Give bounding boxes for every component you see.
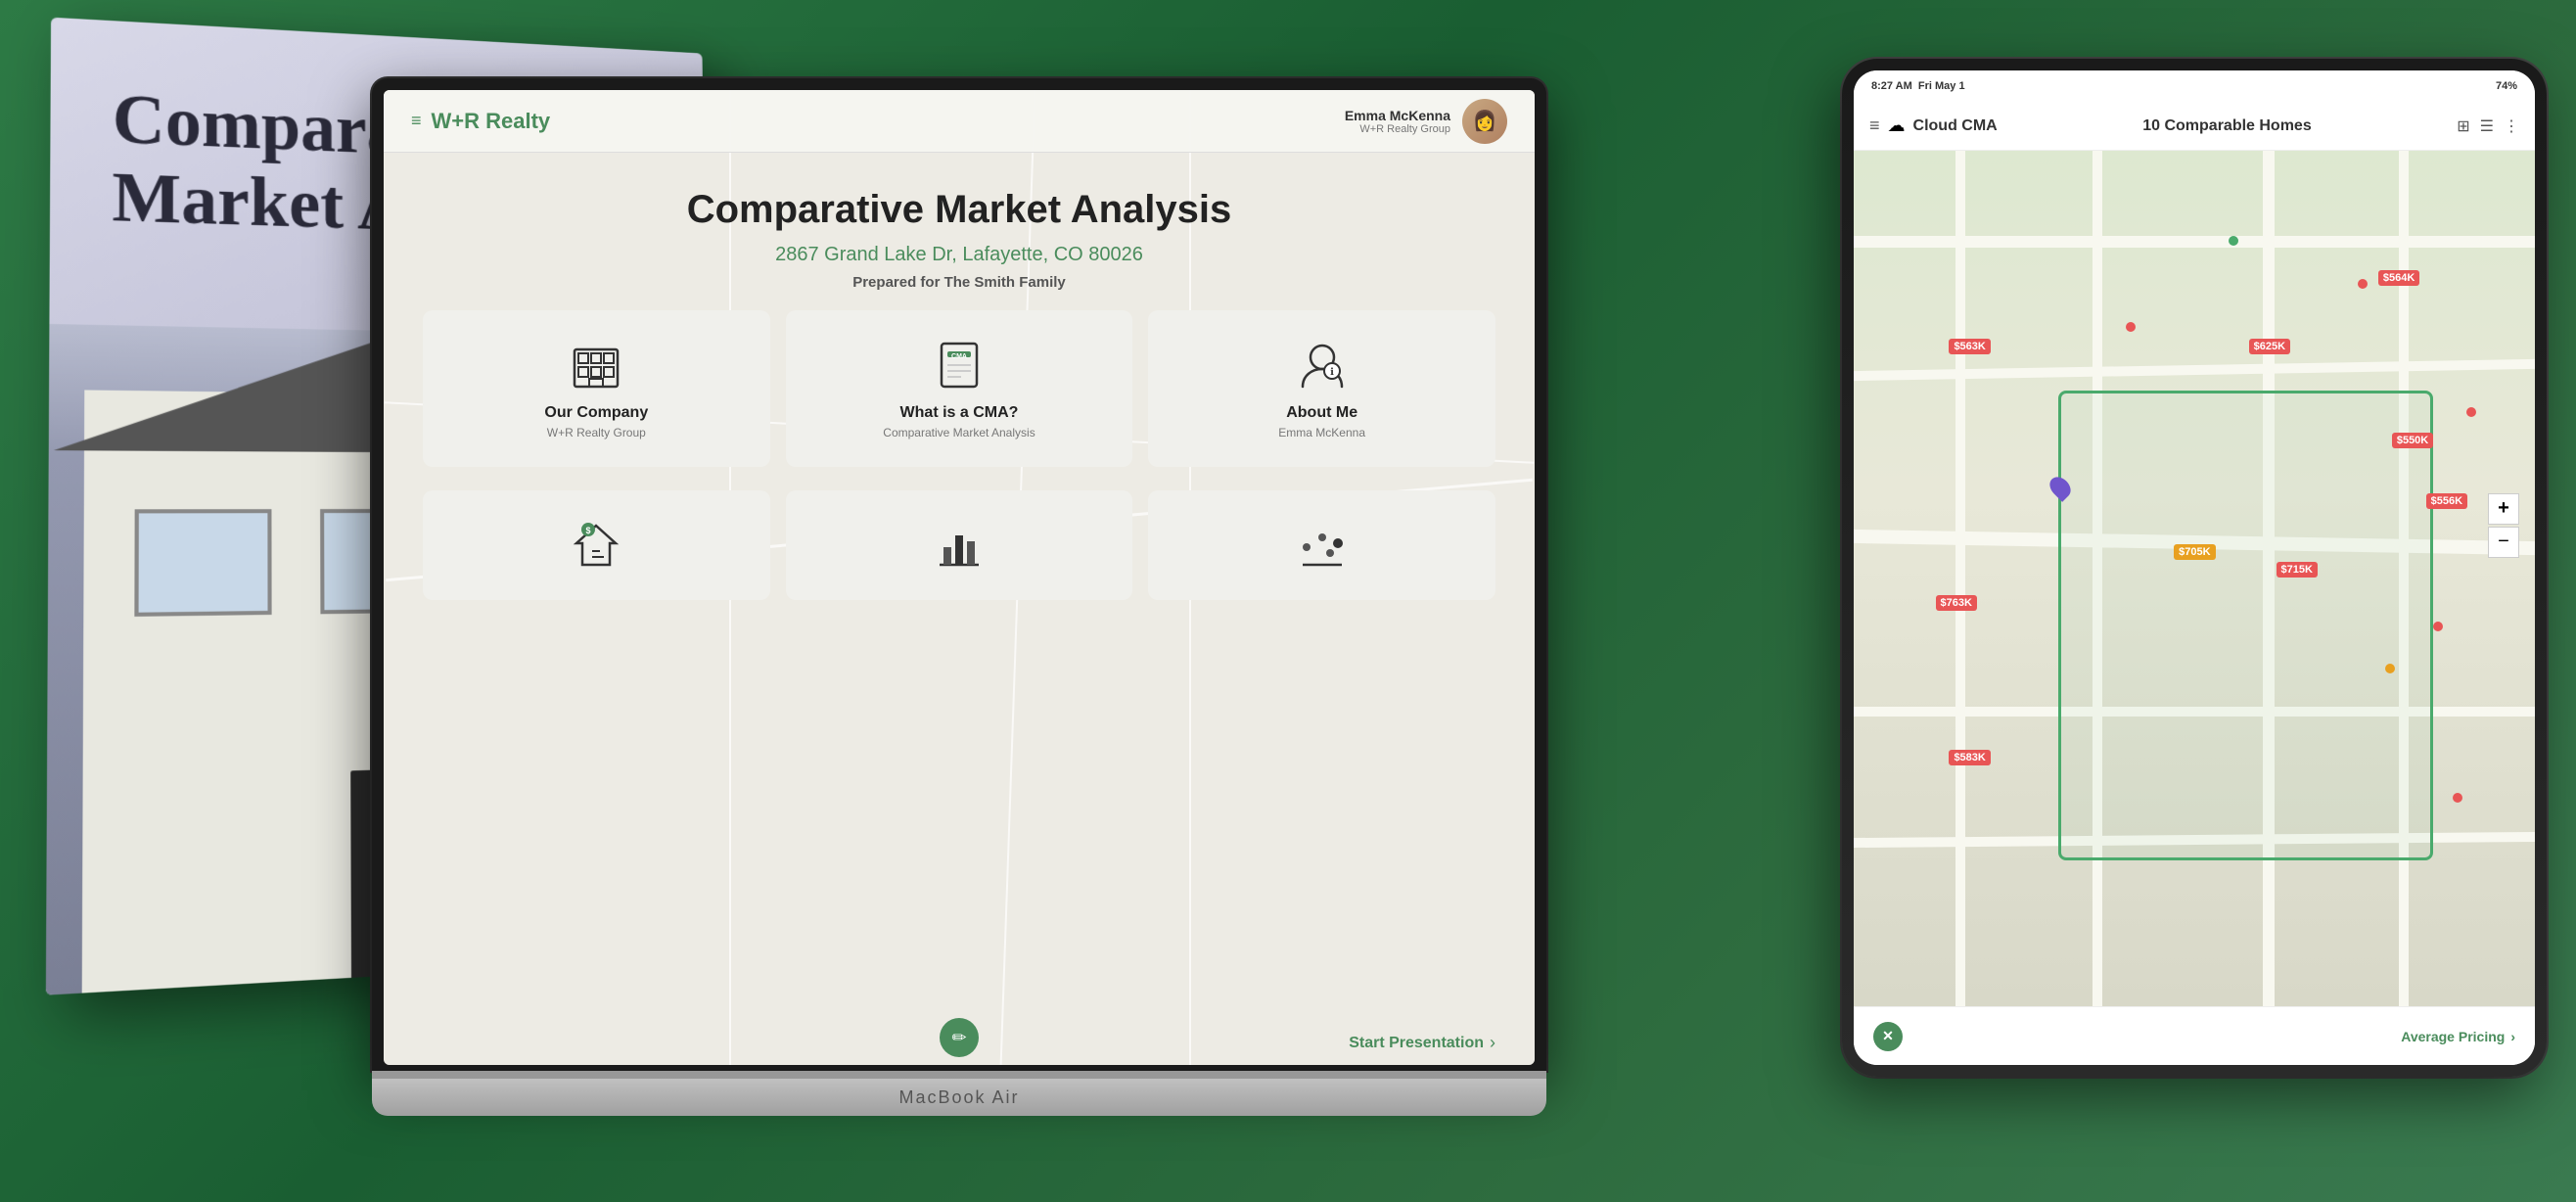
- dot-5: [2433, 622, 2443, 631]
- arrow-right-icon: ›: [1490, 1033, 1495, 1053]
- card-about-me[interactable]: ℹ About Me Emma McKenna: [1148, 310, 1495, 467]
- screen-cards-row1: Our Company W+R Realty Group CMA: [423, 310, 1495, 467]
- start-presentation-button[interactable]: Start Presentation: [1349, 1035, 1484, 1052]
- laptop-hinge: [372, 1071, 1546, 1079]
- close-button[interactable]: ✕: [1873, 1022, 1903, 1051]
- house-window-left: [134, 509, 271, 617]
- avg-pricing-label: Average Pricing: [2401, 1029, 2505, 1044]
- chart-icon: [932, 518, 987, 573]
- hamburger-icon[interactable]: ≡: [411, 111, 422, 131]
- tablet-map[interactable]: $564K $625K $563K $550K $556K $715K $763…: [1854, 151, 2535, 1006]
- svg-text:ℹ: ℹ: [1330, 367, 1334, 378]
- card-about-title: About Me: [1286, 404, 1357, 422]
- laptop-screen-outer: ≡ W+R Realty Emma McKenna W+R Realty Gro…: [372, 78, 1546, 1071]
- laptop-navbar: ≡ W+R Realty Emma McKenna W+R Realty Gro…: [384, 90, 1535, 153]
- card-company-subtitle: W+R Realty Group: [547, 426, 646, 439]
- tablet-nav-title: 10 Comparable Homes: [2142, 117, 2312, 135]
- hamburger-icon-tablet[interactable]: ≡: [1869, 116, 1880, 136]
- screen-prepared-for: Prepared for The Smith Family: [852, 274, 1066, 291]
- svg-text:CMA: CMA: [951, 353, 967, 360]
- edit-fab[interactable]: ✏: [940, 1018, 979, 1057]
- card-what-is-cma[interactable]: CMA What is a CMA? Comparative Market An…: [786, 310, 1133, 467]
- price-badge-2: $625K: [2249, 339, 2290, 354]
- laptop: ≡ W+R Realty Emma McKenna W+R Realty Gro…: [372, 78, 1546, 1116]
- avg-pricing-arrow: ›: [2510, 1029, 2515, 1044]
- card-cma-title: What is a CMA?: [900, 404, 1019, 422]
- tablet-navbar: ≡ ☁ Cloud CMA 10 Comparable Homes ⊞ ☰ ⋮: [1854, 102, 2535, 151]
- price-badge-6: $715K: [2277, 562, 2318, 578]
- tablet-status-bar: 8:27 AM Fri May 1 74%: [1854, 70, 2535, 102]
- screen-cards-row2: $: [423, 490, 1495, 600]
- nav-brand: ≡ W+R Realty: [411, 109, 550, 134]
- card-chart[interactable]: [786, 490, 1133, 600]
- nav-user: Emma McKenna W+R Realty Group 👩: [1345, 99, 1507, 144]
- more-icon[interactable]: ⋮: [2504, 116, 2519, 136]
- card-company-title: Our Company: [544, 404, 648, 422]
- tablet: 8:27 AM Fri May 1 74% ≡ ☁ Cloud CMA 10 C…: [1842, 59, 2547, 1077]
- status-time: 8:27 AM Fri May 1: [1871, 80, 1965, 92]
- zoom-out-button[interactable]: −: [2488, 527, 2519, 558]
- start-presentation-bar: Start Presentation ›: [1349, 1033, 1495, 1053]
- house-dollar-icon: $: [569, 518, 623, 573]
- card-pricing[interactable]: $: [423, 490, 770, 600]
- svg-text:$: $: [586, 526, 591, 535]
- tablet-nav-left: ≡ ☁ Cloud CMA: [1869, 116, 1998, 136]
- screen-content: Comparative Market Analysis 2867 Grand L…: [384, 153, 1535, 1065]
- user-company: W+R Realty Group: [1345, 123, 1450, 135]
- person-icon: ℹ: [1295, 338, 1350, 393]
- status-battery: 74%: [2496, 80, 2517, 92]
- card-our-company[interactable]: Our Company W+R Realty Group: [423, 310, 770, 467]
- price-badge-3: $563K: [1949, 339, 1990, 354]
- list-icon[interactable]: ☰: [2480, 116, 2494, 136]
- price-badge-7: $763K: [1936, 595, 1977, 611]
- brand-name: W+R Realty: [432, 109, 551, 134]
- screen-address: 2867 Grand Lake Dr, Lafayette, CO 80026: [775, 244, 1143, 266]
- user-name: Emma McKenna: [1345, 108, 1450, 123]
- cma-doc-icon: CMA: [932, 338, 987, 393]
- screen-title: Comparative Market Analysis: [687, 188, 1232, 232]
- zoom-in-button[interactable]: +: [2488, 493, 2519, 525]
- building-icon: [569, 338, 623, 393]
- price-badge-1: $564K: [2378, 270, 2419, 286]
- tablet-road-v1: [1955, 151, 1965, 1006]
- price-badge-5: $556K: [2426, 493, 2467, 509]
- tablet-highlight-area: [2058, 391, 2433, 861]
- dots-icon: [1295, 518, 1350, 573]
- card-cma-subtitle: Comparative Market Analysis: [883, 426, 1035, 439]
- card-dots[interactable]: [1148, 490, 1495, 600]
- laptop-screen: ≡ W+R Realty Emma McKenna W+R Realty Gro…: [384, 90, 1535, 1065]
- tablet-nav-icons: ⊞ ☰ ⋮: [2457, 116, 2519, 136]
- tablet-bottom-bar: ✕ Average Pricing ›: [1854, 1006, 2535, 1065]
- tablet-screen: 8:27 AM Fri May 1 74% ≡ ☁ Cloud CMA 10 C…: [1854, 70, 2535, 1065]
- card-about-subtitle: Emma McKenna: [1278, 426, 1365, 439]
- avatar: 👩: [1462, 99, 1507, 144]
- user-info: Emma McKenna W+R Realty Group: [1345, 108, 1450, 135]
- tablet-logo: Cloud CMA: [1913, 117, 1998, 135]
- dot-7: [2453, 793, 2462, 803]
- laptop-model-label: MacBook Air: [898, 1087, 1019, 1108]
- tablet-body: 8:27 AM Fri May 1 74% ≡ ☁ Cloud CMA 10 C…: [1842, 59, 2547, 1077]
- avg-pricing-button[interactable]: Average Pricing ›: [2401, 1029, 2515, 1044]
- price-badge-8: $705K: [2174, 544, 2215, 560]
- price-badge-4: $550K: [2392, 433, 2433, 448]
- price-badge-9: $583K: [1949, 750, 1990, 765]
- zoom-controls: + −: [2488, 493, 2519, 558]
- grid-icon[interactable]: ⊞: [2457, 116, 2469, 136]
- laptop-body: MacBook Air: [372, 1079, 1546, 1116]
